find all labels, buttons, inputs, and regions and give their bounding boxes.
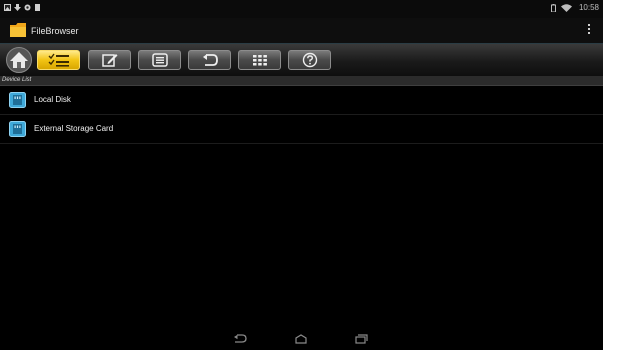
wifi-icon	[561, 4, 572, 12]
back-icon	[202, 54, 218, 66]
grid-view-button[interactable]	[238, 50, 281, 70]
download-icon	[14, 4, 21, 11]
action-bar: FileBrowser	[0, 18, 603, 44]
details-icon	[151, 53, 168, 67]
details-button[interactable]	[138, 50, 181, 70]
device-label: External Storage Card	[34, 124, 114, 133]
device-list-label: Device List	[2, 77, 32, 83]
grid-icon	[252, 55, 267, 66]
edit-button[interactable]	[88, 50, 131, 70]
sd-card-icon	[35, 4, 40, 11]
device-screen: 10:58 FileBrowser Device List Local Disk…	[0, 0, 603, 350]
home-icon	[6, 47, 32, 73]
edit-icon	[101, 54, 117, 67]
app-title: FileBrowser	[31, 26, 79, 36]
recents-nav-icon[interactable]	[355, 334, 368, 344]
back-button[interactable]	[188, 50, 231, 70]
folder-icon	[10, 23, 26, 37]
help-button[interactable]	[288, 50, 331, 70]
list-item[interactable]: Local Disk	[0, 86, 603, 115]
storage-icon	[9, 121, 26, 137]
list-item[interactable]: External Storage Card	[0, 115, 603, 144]
status-time: 10:58	[578, 3, 599, 12]
checklist-button[interactable]	[37, 50, 80, 70]
home-button[interactable]	[6, 47, 32, 73]
home-nav-icon[interactable]	[294, 334, 308, 344]
device-list-header: Device List	[0, 76, 603, 86]
help-icon	[302, 52, 317, 68]
device-label: Local Disk	[34, 95, 71, 104]
settings-icon	[24, 4, 31, 11]
navigation-bar	[0, 328, 603, 350]
screenshot-icon	[4, 4, 11, 11]
checklist-icon	[48, 53, 69, 67]
storage-icon	[9, 92, 26, 108]
toolbar	[0, 44, 603, 77]
overflow-menu-icon[interactable]	[587, 24, 591, 38]
back-nav-icon[interactable]	[233, 334, 247, 343]
battery-icon	[551, 4, 556, 12]
status-bar: 10:58	[0, 0, 603, 18]
